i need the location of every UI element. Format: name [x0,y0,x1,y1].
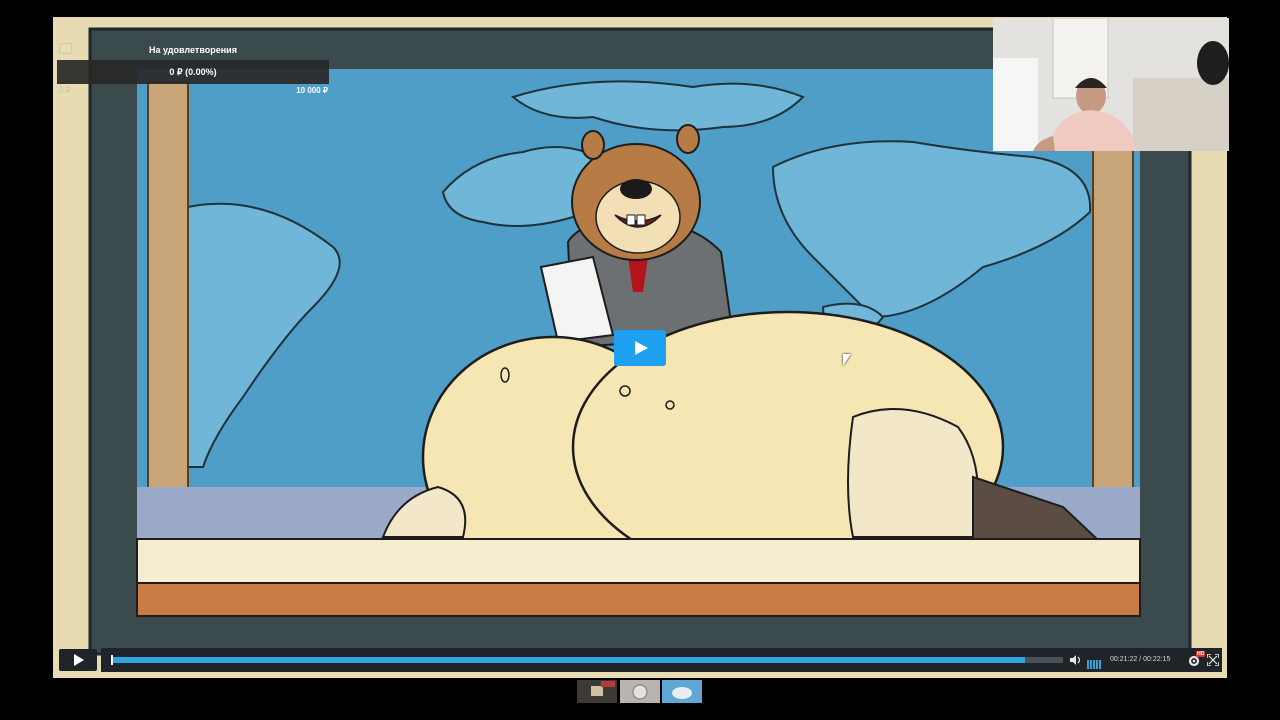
volume-level-bar [1087,660,1089,669]
volume-level-bar [1090,660,1092,669]
duration: 00:22:15 [1143,656,1171,663]
volume-level-bar [1093,660,1095,669]
thumbnail-3[interactable] [662,680,702,703]
donation-goal-widget: На удовлетворения 0 ₽ (0.00%) 0 ₽ 10 000… [57,42,332,98]
current-time: 00:21:22 [1110,656,1138,663]
goal-title: На удовлетворения [149,45,237,55]
webcam-image [993,18,1229,151]
goal-progress-bar: 0 ₽ (0.00%) [57,60,329,84]
thumbnail-1[interactable] [577,680,617,703]
goal-max-label: 10 000 ₽ [296,86,328,95]
volume-icon[interactable] [1070,655,1082,665]
play-button[interactable] [59,649,97,671]
fullscreen-icon[interactable] [1207,654,1219,666]
volume-slider[interactable] [1087,656,1102,669]
center-play-button[interactable] [614,330,666,366]
seek-bar-played [111,657,1025,663]
time-display: 00:21:22 / 00:22:15 [1110,648,1170,672]
quality-badge: HD [1196,651,1206,657]
webcam-overlay [993,18,1229,151]
goal-min-label: 0 ₽ [59,86,71,95]
seek-bar-handle[interactable] [111,655,113,665]
mouse-cursor-icon [843,354,851,366]
volume-level-bar [1096,660,1098,669]
goal-value: 0 ₽ (0.00%) [169,67,217,77]
thumbnail-strip [577,680,704,704]
volume-level-bar [1099,660,1101,669]
player-controls: 00:21:22 / 00:22:15 HD [57,648,1222,672]
seek-bar[interactable] [111,655,1063,665]
thumbnail-2[interactable] [620,680,660,703]
